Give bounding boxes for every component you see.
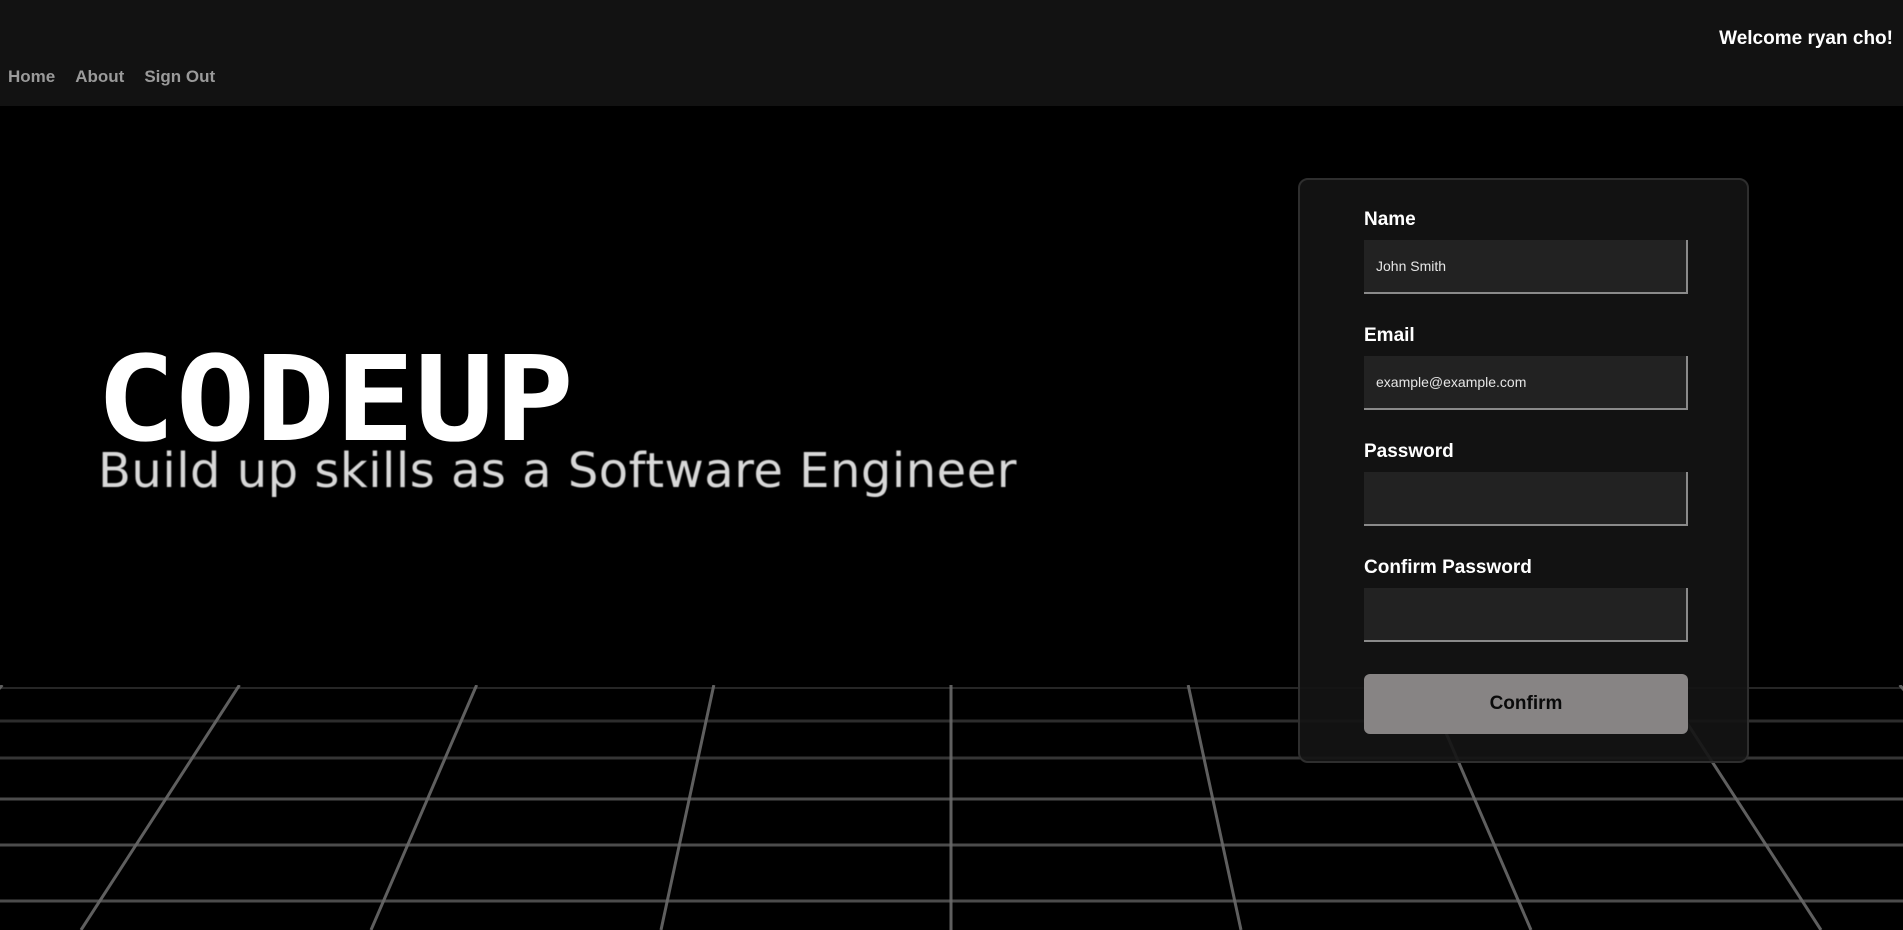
nav-link-sign-out[interactable]: Sign Out: [144, 67, 215, 87]
nav-link-about[interactable]: About: [75, 67, 124, 87]
confirm-password-label: Confirm Password: [1364, 557, 1532, 578]
confirm-button[interactable]: Confirm: [1364, 674, 1688, 734]
email-label: Email: [1364, 325, 1415, 346]
navbar: Welcome ryan cho! Home About Sign Out: [0, 0, 1903, 106]
signup-form: Name Email Password Confirm Password Con…: [1298, 178, 1749, 763]
email-input[interactable]: [1364, 356, 1688, 410]
password-input[interactable]: [1364, 472, 1688, 526]
nav-link-home[interactable]: Home: [8, 67, 55, 87]
password-label: Password: [1364, 441, 1454, 462]
hero-logo: CODEUP: [96, 345, 576, 450]
hero-tagline: Build up skills as a Software Engineer: [98, 443, 1017, 499]
logo-text: CODEUP: [96, 345, 574, 450]
nav-links: Home About Sign Out: [8, 67, 215, 87]
name-input[interactable]: [1364, 240, 1688, 294]
codeup-logo: CODEUP: [96, 345, 574, 450]
name-label: Name: [1364, 209, 1416, 230]
confirm-password-input[interactable]: [1364, 588, 1688, 642]
welcome-message: Welcome ryan cho!: [1719, 28, 1893, 49]
